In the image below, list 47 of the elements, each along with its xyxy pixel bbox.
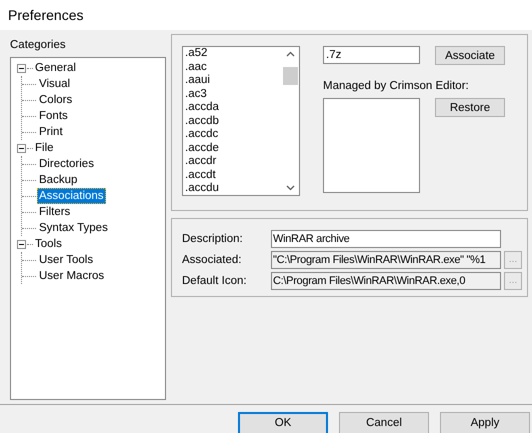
- window-title: Preferences: [8, 7, 84, 23]
- tree-item[interactable]: Tools: [33, 236, 64, 252]
- scroll-thumb[interactable]: [283, 67, 298, 85]
- dialog-button[interactable]: Cancel: [339, 412, 429, 433]
- list-item[interactable]: .accdu: [185, 182, 282, 195]
- list-item[interactable]: .accde: [185, 142, 282, 155]
- categories-label: Categories: [10, 38, 67, 53]
- dialog-button[interactable]: Apply: [440, 412, 530, 433]
- collapse-icon[interactable]: [17, 64, 26, 72]
- managed-list[interactable]: [323, 98, 420, 193]
- tree-item[interactable]: Print: [37, 124, 65, 140]
- tree-item[interactable]: General: [33, 60, 78, 76]
- tree-item[interactable]: Backup: [37, 172, 80, 188]
- list-item[interactable]: .accda: [185, 101, 282, 114]
- tree-item[interactable]: Associations: [37, 188, 106, 204]
- list-item[interactable]: .a52: [185, 47, 282, 60]
- tree-item[interactable]: Visual: [37, 76, 72, 92]
- tree-item[interactable]: Colors: [37, 92, 74, 108]
- scroll-down-icon[interactable]: [286, 185, 295, 191]
- field-label: Default Icon:: [182, 274, 248, 286]
- restore-button[interactable]: Restore: [435, 98, 505, 117]
- list-item[interactable]: .accdb: [185, 114, 282, 128]
- dialog-button[interactable]: OK: [238, 412, 328, 433]
- list-item[interactable]: .aac: [185, 60, 282, 74]
- field-label: Description:: [182, 232, 244, 244]
- list-item[interactable]: .ac3: [185, 88, 282, 101]
- list-item[interactable]: .accdt: [185, 168, 282, 182]
- tree-item[interactable]: Syntax Types: [37, 220, 110, 236]
- collapse-icon[interactable]: [17, 240, 26, 248]
- tree-item[interactable]: User Tools: [37, 252, 96, 268]
- tree-item[interactable]: User Macros: [37, 268, 106, 284]
- extension-field[interactable]: .7z: [323, 46, 420, 64]
- category-tree[interactable]: General Visual Colors Fonts Print File Directories Backup Associations Filters Syntax Types Tools User Tools User Macros: [10, 57, 166, 400]
- tree-item[interactable]: Filters: [37, 204, 72, 220]
- tree-item[interactable]: Directories: [37, 156, 96, 172]
- field-label: Associated:: [182, 254, 242, 266]
- tree-item[interactable]: File: [33, 140, 56, 156]
- list-item[interactable]: .aaui: [185, 74, 282, 88]
- list-item[interactable]: .accdc: [185, 128, 282, 142]
- collapse-icon[interactable]: [17, 144, 26, 152]
- associate-button[interactable]: Associate: [435, 46, 505, 65]
- tree-item[interactable]: Fonts: [37, 108, 70, 124]
- text-field[interactable]: WinRAR archive: [271, 230, 501, 248]
- managed-label: Managed by Crimson Editor:: [323, 80, 470, 92]
- scroll-up-icon[interactable]: [286, 51, 295, 57]
- extension-list[interactable]: .a52 .aac .aaui .ac3 .accda .accdb .accdc .accde .accdr .accdt .accdu: [182, 46, 300, 196]
- list-item[interactable]: .accdr: [185, 155, 282, 168]
